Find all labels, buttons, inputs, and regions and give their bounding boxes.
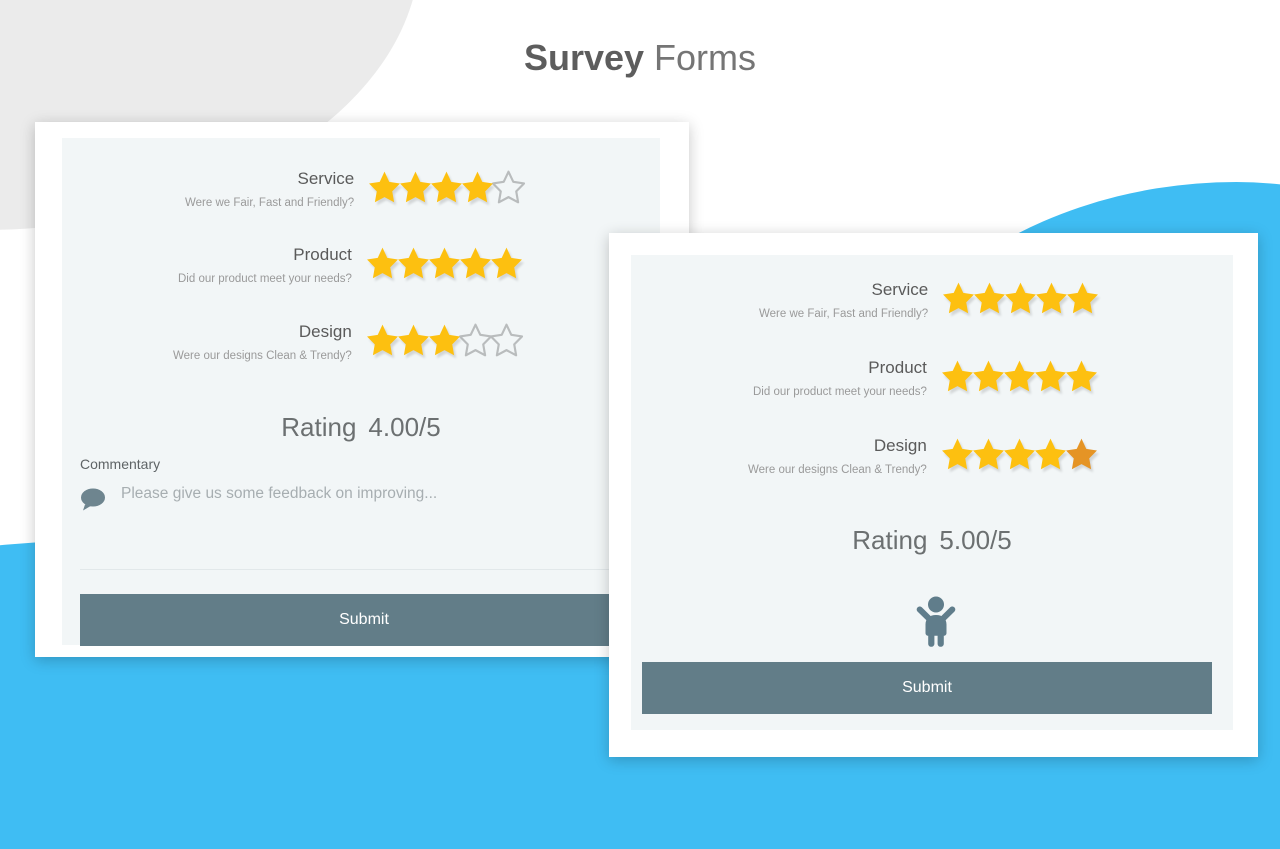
- survey-panel-primary: Service Were we Fair, Fast and Friendly?…: [62, 138, 660, 646]
- rating-total-label: Rating: [852, 525, 928, 555]
- cheering-person-icon: [914, 595, 958, 647]
- rating-row: Design Were our designs Clean & Trendy?: [748, 436, 1099, 477]
- star-4-filled-icon[interactable]: [458, 246, 493, 281]
- star-4-filled-icon[interactable]: [1033, 437, 1068, 472]
- submit-button-primary[interactable]: Submit: [80, 594, 648, 646]
- rating-row-title: Service: [871, 280, 929, 299]
- speech-bubble-icon: [80, 487, 106, 511]
- star-1-filled-icon[interactable]: [367, 170, 402, 205]
- rating-total-value: 4.00/5: [368, 412, 441, 442]
- star-3-filled-icon[interactable]: [1002, 437, 1037, 472]
- star-4-filled-icon[interactable]: [1033, 359, 1068, 394]
- rating-row: Design Were our designs Clean & Trendy?: [173, 322, 524, 363]
- commentary-label: Commentary: [80, 456, 161, 472]
- commentary-block: Commentary: [80, 456, 640, 511]
- star-1-filled-icon[interactable]: [941, 281, 976, 316]
- star-rating-product[interactable]: [940, 358, 1099, 394]
- survey-card-primary: Service Were we Fair, Fast and Friendly?…: [35, 122, 689, 657]
- rating-row-subtitle: Did our product meet your needs?: [753, 386, 927, 398]
- app-root: Survey Forms Service Were we Fair, Fast …: [0, 0, 1280, 849]
- rating-row-title: Product: [868, 358, 927, 377]
- star-5-empty-icon[interactable]: [489, 323, 524, 358]
- star-2-filled-icon[interactable]: [396, 246, 431, 281]
- rating-row-title: Product: [293, 245, 352, 264]
- submit-button-secondary[interactable]: Submit: [642, 662, 1212, 714]
- star-1-filled-icon[interactable]: [940, 359, 975, 394]
- rating-row-subtitle: Were our designs Clean & Trendy?: [173, 350, 352, 362]
- star-4-filled-icon[interactable]: [1034, 281, 1069, 316]
- star-rating-service[interactable]: [941, 280, 1100, 316]
- star-3-filled-icon[interactable]: [1003, 281, 1038, 316]
- star-2-filled-icon[interactable]: [972, 281, 1007, 316]
- star-1-filled-icon[interactable]: [365, 246, 400, 281]
- rating-row-labels: Design Were our designs Clean & Trendy?: [173, 322, 365, 363]
- rating-total-primary: Rating 4.00/5: [62, 412, 660, 443]
- rating-total-secondary: Rating 5.00/5: [631, 525, 1233, 556]
- star-rating-design[interactable]: [365, 322, 524, 358]
- star-4-filled-icon[interactable]: [460, 170, 495, 205]
- rating-row: Product Did our product meet your needs?: [178, 245, 524, 286]
- star-4-empty-icon[interactable]: [458, 323, 493, 358]
- star-rating-service[interactable]: [367, 169, 526, 205]
- rating-row-title: Service: [297, 169, 355, 188]
- star-3-filled-icon[interactable]: [427, 323, 462, 358]
- page-title: Survey Forms: [0, 37, 1280, 79]
- star-2-filled-icon[interactable]: [971, 437, 1006, 472]
- rating-row-labels: Service Were we Fair, Fast and Friendly?: [759, 280, 941, 321]
- star-3-filled-icon[interactable]: [427, 246, 462, 281]
- rating-row-labels: Product Did our product meet your needs?: [178, 245, 365, 286]
- star-1-filled-icon[interactable]: [365, 323, 400, 358]
- star-5-filled-icon[interactable]: [1065, 281, 1100, 316]
- rating-row-subtitle: Were we Fair, Fast and Friendly?: [759, 308, 929, 320]
- commentary-divider: [80, 569, 642, 570]
- rating-row-subtitle: Did our product meet your needs?: [178, 273, 352, 285]
- star-2-filled-icon[interactable]: [396, 323, 431, 358]
- rating-total-label: Rating: [281, 412, 357, 442]
- rating-row-subtitle: Were we Fair, Fast and Friendly?: [185, 197, 355, 209]
- rating-row-labels: Product Did our product meet your needs?: [753, 358, 940, 399]
- rating-total-value: 5.00/5: [939, 525, 1012, 555]
- rating-row-title: Design: [298, 322, 352, 341]
- star-5-filled-icon[interactable]: [489, 246, 524, 281]
- rating-row: Service Were we Fair, Fast and Friendly?: [185, 169, 526, 210]
- rating-row: Product Did our product meet your needs?: [753, 358, 1099, 399]
- star-3-filled-icon[interactable]: [1002, 359, 1037, 394]
- star-3-filled-icon[interactable]: [429, 170, 464, 205]
- rating-row-subtitle: Were our designs Clean & Trendy?: [748, 464, 927, 476]
- rating-row-labels: Service Were we Fair, Fast and Friendly?: [185, 169, 367, 210]
- survey-panel-secondary: Service Were we Fair, Fast and Friendly?…: [631, 255, 1233, 730]
- star-rating-design[interactable]: [940, 436, 1099, 472]
- rating-row-title: Design: [873, 436, 927, 455]
- rating-row-labels: Design Were our designs Clean & Trendy?: [748, 436, 940, 477]
- star-5-hover-icon[interactable]: [1064, 437, 1099, 472]
- star-rating-product[interactable]: [365, 245, 524, 281]
- star-1-filled-icon[interactable]: [940, 437, 975, 472]
- survey-card-secondary: Service Were we Fair, Fast and Friendly?…: [609, 233, 1258, 757]
- commentary-input[interactable]: [121, 484, 591, 504]
- star-5-filled-icon[interactable]: [1064, 359, 1099, 394]
- page-title-light: Forms: [654, 37, 757, 78]
- rating-row: Service Were we Fair, Fast and Friendly?: [759, 280, 1100, 321]
- star-2-filled-icon[interactable]: [398, 170, 433, 205]
- commentary-input-row: [80, 484, 640, 511]
- page-title-bold: Survey: [523, 37, 645, 78]
- star-2-filled-icon[interactable]: [971, 359, 1006, 394]
- star-5-empty-icon[interactable]: [491, 170, 526, 205]
